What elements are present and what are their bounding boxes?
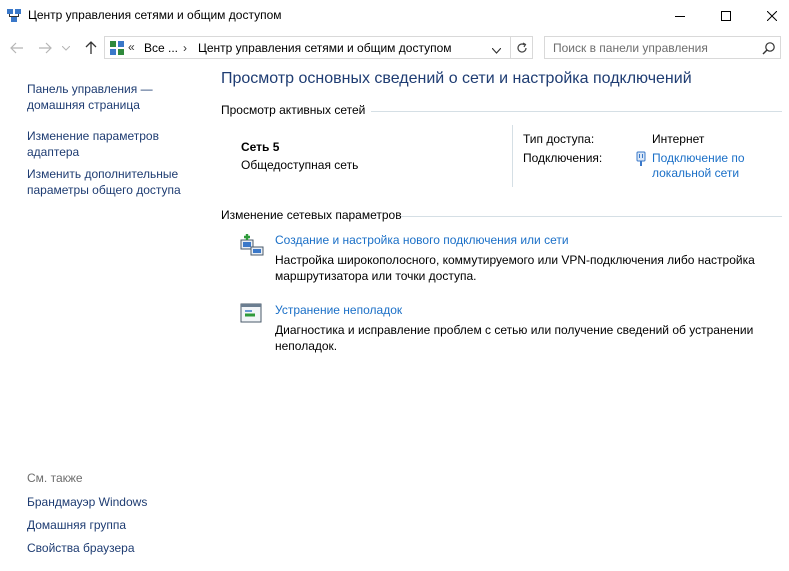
vertical-divider (512, 125, 513, 187)
close-button[interactable] (749, 0, 789, 31)
see-also-heading: См. также (27, 471, 83, 485)
section-divider (401, 216, 782, 217)
sidebar-link-advanced-sharing[interactable]: Изменить дополнительные параметры общего… (27, 166, 197, 198)
access-type-value: Интернет (652, 132, 705, 146)
arrow-up-icon (85, 41, 97, 54)
ethernet-adapter-icon (635, 151, 647, 170)
minimize-icon (675, 15, 685, 17)
maximize-button[interactable] (703, 0, 749, 31)
section-divider (371, 111, 782, 112)
chevron-down-icon (491, 47, 502, 54)
connection-link-lan[interactable]: Подключение по локальной сети (652, 151, 772, 181)
address-dropdown-button[interactable] (491, 43, 502, 57)
new-connection-icon (239, 231, 265, 257)
title-bar: Центр управления сетями и общим доступом (0, 0, 789, 31)
main-content: Просмотр основных сведений о сети и наст… (205, 65, 789, 571)
page-title: Просмотр основных сведений о сети и наст… (221, 70, 692, 87)
chevron-down-icon (62, 45, 70, 51)
breadcrumb-separator-icon: › (183, 41, 187, 55)
task-pane: Панель управления — домашняя страница Из… (0, 65, 205, 571)
breadcrumb-all[interactable]: Все ... (144, 41, 178, 55)
connections-label: Подключения: (523, 151, 603, 165)
minimize-button[interactable] (657, 0, 703, 31)
troubleshoot-icon (239, 301, 265, 327)
network-center-icon (6, 8, 22, 24)
refresh-button[interactable] (511, 36, 533, 59)
breadcrumb-current[interactable]: Центр управления сетями и общим доступом (198, 41, 452, 55)
search-input[interactable] (545, 37, 755, 58)
up-button[interactable] (82, 39, 100, 57)
breadcrumb-overflow[interactable]: « (128, 40, 135, 54)
address-bar[interactable]: « Все ... › Центр управления сетями и об… (104, 36, 511, 59)
control-panel-icon (109, 40, 125, 56)
change-settings-header: Изменение сетевых параметров (221, 208, 402, 222)
search-box[interactable] (544, 36, 781, 59)
access-type-label: Тип доступа: (523, 132, 595, 146)
see-also-link-homegroup[interactable]: Домашняя группа (27, 517, 197, 533)
window-title: Центр управления сетями и общим доступом (28, 8, 282, 22)
arrow-left-icon (10, 42, 23, 54)
recent-locations-button[interactable] (60, 39, 72, 57)
back-button[interactable] (8, 39, 26, 57)
arrow-right-icon (39, 42, 52, 54)
task-desc-new-connection: Настройка широкополосного, коммутируемог… (275, 253, 755, 283)
maximize-icon (721, 10, 731, 21)
active-networks-header: Просмотр активных сетей (221, 103, 366, 117)
forward-button[interactable] (36, 39, 54, 57)
task-desc-troubleshoot: Диагностика и исправление проблем с сеть… (275, 323, 754, 353)
network-name: Сеть 5 (241, 140, 280, 154)
task-link-new-connection[interactable]: Создание и настройка нового подключения … (275, 233, 569, 247)
sidebar-link-adapter-settings[interactable]: Изменение параметров адаптера (27, 128, 197, 160)
sidebar-link-control-panel-home[interactable]: Панель управления — домашняя страница (27, 81, 197, 113)
see-also-link-browser-properties[interactable]: Свойства браузера (27, 540, 197, 556)
task-link-troubleshoot[interactable]: Устранение неполадок (275, 303, 402, 317)
network-category: Общедоступная сеть (241, 158, 359, 172)
search-icon[interactable] (762, 41, 776, 58)
see-also-link-firewall[interactable]: Брандмауэр Windows (27, 494, 197, 510)
close-icon (767, 10, 777, 21)
refresh-icon (516, 41, 527, 53)
